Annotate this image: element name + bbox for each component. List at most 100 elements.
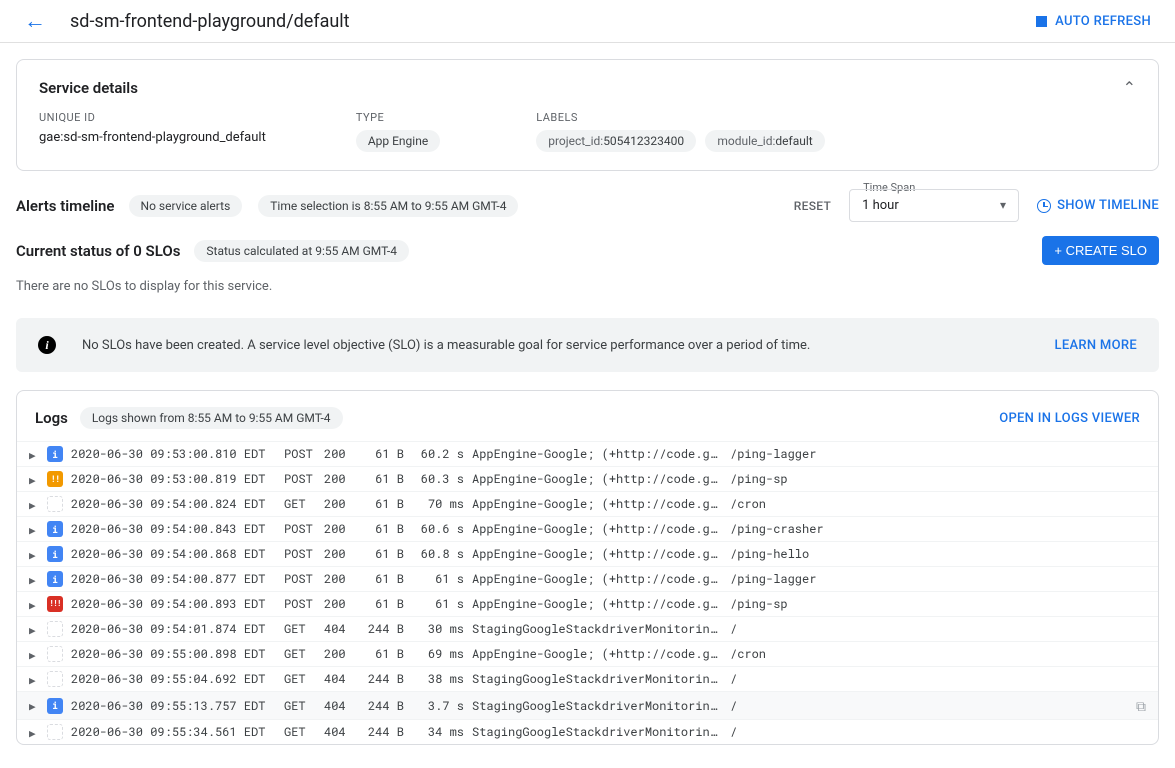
log-row[interactable]: ▶2020-06-30 09:55:00.898 EDTGET20061 B69… <box>17 641 1158 666</box>
create-slo-button[interactable]: + CREATE SLO <box>1042 236 1159 265</box>
log-size: 61 B <box>360 471 404 487</box>
page-title: sd-sm-frontend-playground/default <box>70 11 1036 32</box>
alerts-section-header: Alerts timeline No service alerts Time s… <box>16 189 1159 222</box>
log-status: 200 <box>324 471 352 487</box>
open-logs-viewer-link[interactable]: OPEN IN LOGS VIEWER <box>999 411 1140 426</box>
expand-icon[interactable]: ▶ <box>29 572 39 587</box>
log-duration: 34 ms <box>412 724 464 740</box>
log-agent: StagingGoogleStackdriverMonitoring-Up… <box>472 671 722 687</box>
log-row[interactable]: ▶2020-06-30 09:54:00.868 EDTPOST20061 B6… <box>17 541 1158 566</box>
expand-icon[interactable]: ▶ <box>29 597 39 612</box>
severity-none-icon <box>47 671 63 687</box>
severity-info-icon <box>47 521 63 537</box>
type-label: TYPE <box>356 111 446 124</box>
logs-range-chip: Logs shown from 8:55 AM to 9:55 AM GMT-4 <box>80 407 343 429</box>
expand-icon[interactable]: ▶ <box>29 672 39 687</box>
log-row[interactable]: ▶2020-06-30 09:54:01.874 EDTGET404244 B3… <box>17 616 1158 641</box>
log-row[interactable]: ▶2020-06-30 09:53:00.819 EDTPOST20061 B6… <box>17 466 1158 491</box>
timespan-select[interactable]: 1 hour <box>849 189 1019 222</box>
expand-icon[interactable]: ▶ <box>29 647 39 662</box>
log-agent: AppEngine-Google; (+http://code.googl… <box>472 596 722 612</box>
severity-none-icon <box>47 496 63 512</box>
log-path: /ping-crasher <box>730 521 1146 537</box>
expand-icon[interactable]: ▶ <box>29 447 39 462</box>
expand-icon[interactable]: ▶ <box>29 497 39 512</box>
log-row[interactable]: ▶2020-06-30 09:55:13.757 EDTGET404244 B3… <box>17 691 1158 719</box>
log-row[interactable]: ▶2020-06-30 09:55:34.561 EDTGET404244 B3… <box>17 719 1158 744</box>
log-row[interactable]: ▶2020-06-30 09:53:00.810 EDTPOST20061 B6… <box>17 441 1158 466</box>
log-status: 200 <box>324 446 352 462</box>
log-duration: 61 s <box>412 596 464 612</box>
logs-card: Logs Logs shown from 8:55 AM to 9:55 AM … <box>16 390 1159 745</box>
label-module-chip: module_id: default <box>705 130 824 152</box>
log-size: 61 B <box>360 646 404 662</box>
log-size: 61 B <box>360 496 404 512</box>
log-path: /ping-lagger <box>730 446 1146 462</box>
log-duration: 60.8 s <box>412 546 464 562</box>
log-size: 61 B <box>360 446 404 462</box>
open-external-icon[interactable]: ⧉ <box>1136 696 1146 715</box>
log-row[interactable]: ▶2020-06-30 09:54:00.824 EDTGET20061 B70… <box>17 491 1158 516</box>
unique-id-label: UNIQUE ID <box>39 111 266 124</box>
log-path: /ping-sp <box>730 596 1146 612</box>
expand-icon[interactable]: ▶ <box>29 698 39 713</box>
log-status: 200 <box>324 521 352 537</box>
clock-icon <box>1037 199 1051 213</box>
log-method: POST <box>284 546 316 562</box>
log-timestamp: 2020-06-30 09:53:00.819 EDT <box>71 471 276 487</box>
label-project-chip: project_id: 505412323400 <box>536 130 696 152</box>
log-agent: StagingGoogleStackdriverMonitoring-Up… <box>472 621 722 637</box>
log-duration: 30 ms <box>412 621 464 637</box>
log-path: / <box>730 724 1146 740</box>
auto-refresh-button[interactable]: AUTO REFRESH <box>1036 14 1151 29</box>
log-status: 200 <box>324 646 352 662</box>
log-row[interactable]: ▶2020-06-30 09:54:00.893 EDTPOST20061 B6… <box>17 591 1158 616</box>
log-method: GET <box>284 671 316 687</box>
expand-icon[interactable]: ▶ <box>29 522 39 537</box>
auto-refresh-label: AUTO REFRESH <box>1055 14 1151 29</box>
log-timestamp: 2020-06-30 09:54:01.874 EDT <box>71 621 276 637</box>
slo-title: Current status of 0 SLOs <box>16 242 180 260</box>
log-timestamp: 2020-06-30 09:54:00.824 EDT <box>71 496 276 512</box>
service-details-card: Service details ⌃ UNIQUE ID gae:sd-sm-fr… <box>16 59 1159 171</box>
expand-icon[interactable]: ▶ <box>29 725 39 740</box>
log-agent: StagingGoogleStackdriverMonitoring-Up… <box>472 698 722 714</box>
log-timestamp: 2020-06-30 09:54:00.893 EDT <box>71 596 276 612</box>
learn-more-link[interactable]: LEARN MORE <box>1055 338 1137 353</box>
expand-icon[interactable]: ▶ <box>29 622 39 637</box>
log-agent: StagingGoogleStackdriverMonitoring-Up… <box>472 724 722 740</box>
unique-id-value: gae:sd-sm-frontend-playground_default <box>39 130 266 145</box>
top-bar: ← sd-sm-frontend-playground/default AUTO… <box>0 0 1175 43</box>
log-method: GET <box>284 698 316 714</box>
severity-info-icon <box>47 546 63 562</box>
log-timestamp: 2020-06-30 09:54:00.868 EDT <box>71 546 276 562</box>
log-path: /cron <box>730 646 1146 662</box>
reset-button[interactable]: RESET <box>794 199 831 213</box>
expand-icon[interactable]: ▶ <box>29 547 39 562</box>
log-row[interactable]: ▶2020-06-30 09:54:00.843 EDTPOST20061 B6… <box>17 516 1158 541</box>
log-size: 61 B <box>360 546 404 562</box>
log-method: POST <box>284 596 316 612</box>
slo-empty-text: There are no SLOs to display for this se… <box>16 279 1159 294</box>
log-size: 61 B <box>360 521 404 537</box>
expand-icon[interactable]: ▶ <box>29 472 39 487</box>
log-path: / <box>730 698 1128 714</box>
no-alerts-chip: No service alerts <box>129 195 243 217</box>
log-path: /ping-sp <box>730 471 1146 487</box>
log-row[interactable]: ▶2020-06-30 09:54:00.877 EDTPOST20061 B6… <box>17 566 1158 591</box>
show-timeline-button[interactable]: SHOW TIMELINE <box>1037 198 1159 213</box>
log-timestamp: 2020-06-30 09:54:00.843 EDT <box>71 521 276 537</box>
log-duration: 38 ms <box>412 671 464 687</box>
log-status: 404 <box>324 671 352 687</box>
log-duration: 60.2 s <box>412 446 464 462</box>
log-method: GET <box>284 646 316 662</box>
log-path: /ping-hello <box>730 546 1146 562</box>
logs-title: Logs <box>35 409 68 427</box>
log-method: POST <box>284 471 316 487</box>
log-duration: 3.7 s <box>412 698 464 714</box>
log-agent: AppEngine-Google; (+http://code.googl… <box>472 471 722 487</box>
back-arrow-icon[interactable]: ← <box>24 8 46 34</box>
log-timestamp: 2020-06-30 09:54:00.877 EDT <box>71 571 276 587</box>
collapse-chevron-icon[interactable]: ⌃ <box>1123 78 1136 97</box>
log-row[interactable]: ▶2020-06-30 09:55:04.692 EDTGET404244 B3… <box>17 666 1158 691</box>
